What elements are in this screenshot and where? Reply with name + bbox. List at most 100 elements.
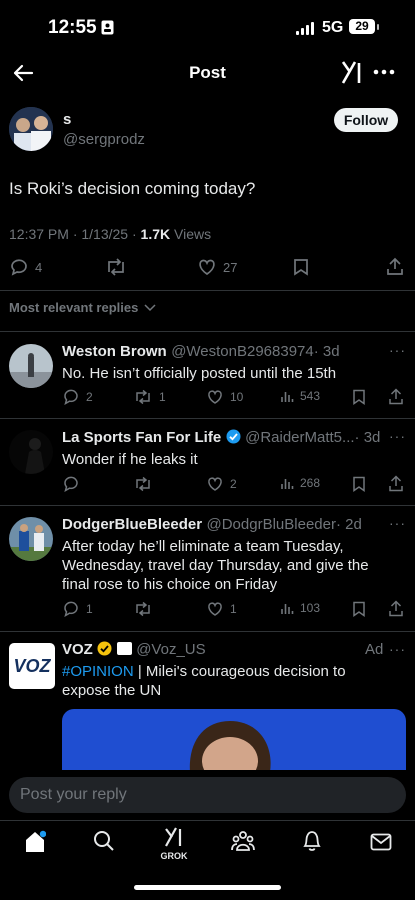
more-options-icon[interactable] (373, 69, 395, 75)
reply-text: No. He isn’t officially posted until the… (62, 365, 337, 382)
ad-image[interactable] (62, 709, 406, 772)
reply-more-icon[interactable]: ··· (389, 428, 406, 444)
post-reply-button[interactable]: 4 (9, 258, 42, 276)
views-icon (281, 392, 294, 402)
reply-reply-button[interactable]: 1 (62, 601, 93, 617)
search-icon[interactable] (93, 830, 115, 852)
verified-badge-icon (226, 429, 241, 444)
home-indicator (134, 885, 281, 890)
tab-grok[interactable]: GROK (158, 826, 190, 861)
gold-verified-badge-icon (97, 641, 112, 656)
reply-reply-button[interactable] (62, 476, 86, 492)
reply-handle[interactable]: @RaiderMatt5... (245, 429, 354, 446)
reply-views-button[interactable]: 103 (280, 601, 320, 615)
ad-image-person (189, 721, 271, 772)
id-card-icon (101, 20, 114, 35)
battery-icon: 29 (349, 19, 375, 34)
like-count: 2 (230, 477, 237, 491)
reply-like-button[interactable]: 1 (206, 601, 237, 617)
heart-icon (208, 477, 222, 491)
reply-author-name[interactable]: La Sports Fan For Life (62, 429, 221, 446)
reply-author-name[interactable]: DodgerBlueBleeder (62, 516, 202, 533)
like-count: 10 (230, 390, 244, 404)
reply-header: Weston Brown @WestonB29683974· 3d (62, 343, 340, 361)
home-icon[interactable] (24, 830, 46, 854)
repost-icon (136, 389, 150, 405)
messages-envelope-icon[interactable] (370, 833, 392, 851)
views-count: 103 (300, 601, 321, 615)
reply-views-button[interactable]: 268 (280, 476, 320, 490)
follow-button[interactable]: Follow (334, 108, 398, 132)
share-icon[interactable] (388, 388, 404, 405)
views-count: 543 (300, 389, 321, 403)
reply-like-button[interactable]: 10 (206, 389, 243, 405)
status-time: 12:55 (48, 17, 97, 38)
ad-author-name[interactable]: VOZ (62, 641, 93, 658)
ad-header: VOZ @Voz_US (62, 641, 206, 659)
post-share-icon[interactable] (386, 257, 404, 276)
reply-more-icon[interactable]: ··· (389, 342, 406, 358)
ad-text: #OPINION | Milei's courageous decision t… (62, 662, 392, 700)
chevron-down-icon (144, 304, 156, 312)
reply-more-icon[interactable]: ··· (389, 515, 406, 531)
like-count: 1 (230, 602, 237, 616)
reply-reply-button[interactable]: 2 (62, 389, 93, 405)
reply-input[interactable]: Post your reply (9, 777, 406, 813)
reply-time: · 2d (335, 516, 362, 533)
repost-count: 1 (159, 390, 166, 404)
communities-icon[interactable] (231, 830, 255, 852)
ad-more-icon[interactable]: ··· (389, 641, 406, 657)
ad-label: Ad (365, 641, 384, 658)
ad-avatar-logo[interactable]: VOZ (9, 643, 55, 689)
replies-sort-dropdown[interactable]: Most relevant replies (9, 300, 156, 315)
repost-icon (108, 258, 124, 276)
post-text: Is Roki’s decision coming today? (9, 179, 256, 198)
divider (0, 820, 415, 821)
affiliate-logo-icon (116, 642, 132, 655)
views-icon (281, 604, 294, 614)
reply-handle[interactable]: @WestonB29683974 (171, 343, 314, 360)
ad-hashtag[interactable]: #OPINION (62, 663, 134, 680)
reply-avatar[interactable] (9, 430, 53, 474)
tab-grok-label: GROK (160, 851, 188, 861)
post-repost-button[interactable] (105, 258, 127, 276)
reply-views-button[interactable]: 543 (280, 389, 320, 403)
reply-like-button[interactable]: 2 (206, 476, 237, 492)
bookmark-icon[interactable] (352, 389, 366, 405)
reply-avatar[interactable] (9, 344, 53, 388)
bookmark-icon[interactable] (352, 601, 366, 617)
reply-input-placeholder: Post your reply (20, 786, 127, 803)
heart-icon (208, 390, 222, 404)
reply-icon (64, 601, 78, 617)
author-handle[interactable]: @sergprodz (63, 131, 145, 148)
status-bar: 12:55 5G 29 (0, 0, 415, 56)
reply-repost-button[interactable] (133, 476, 159, 492)
post-like-count: 27 (223, 259, 238, 275)
post-views-count: 1.7K (140, 226, 171, 242)
post-bookmark-icon[interactable] (293, 258, 309, 276)
reply-time: · 3d (354, 429, 381, 446)
post-timestamp: 12:37 PM · 1/13/25 · (9, 226, 141, 242)
share-icon[interactable] (388, 475, 404, 492)
reply-handle[interactable]: @DodgrBluBleeder (207, 516, 336, 533)
grok-icon (165, 827, 182, 847)
reply-repost-button[interactable] (133, 601, 159, 617)
post-views-label: Views (170, 226, 212, 242)
top-bar: Post (0, 56, 415, 92)
author-avatar[interactable] (9, 107, 53, 151)
grok-icon[interactable] (340, 59, 364, 85)
heart-icon (208, 602, 222, 616)
reply-count: 2 (86, 390, 93, 404)
share-icon[interactable] (388, 600, 404, 617)
reply-avatar[interactable] (9, 517, 53, 561)
author-name[interactable]: s (63, 111, 71, 128)
reply-count: 1 (86, 602, 93, 616)
reply-repost-button[interactable]: 1 (133, 389, 166, 405)
ad-handle[interactable]: @Voz_US (136, 641, 205, 658)
repost-icon (136, 476, 150, 492)
notifications-bell-icon[interactable] (302, 830, 322, 852)
reply-icon (11, 259, 27, 276)
bookmark-icon[interactable] (352, 476, 366, 492)
reply-author-name[interactable]: Weston Brown (62, 343, 167, 360)
post-like-button[interactable]: 27 (197, 258, 237, 276)
